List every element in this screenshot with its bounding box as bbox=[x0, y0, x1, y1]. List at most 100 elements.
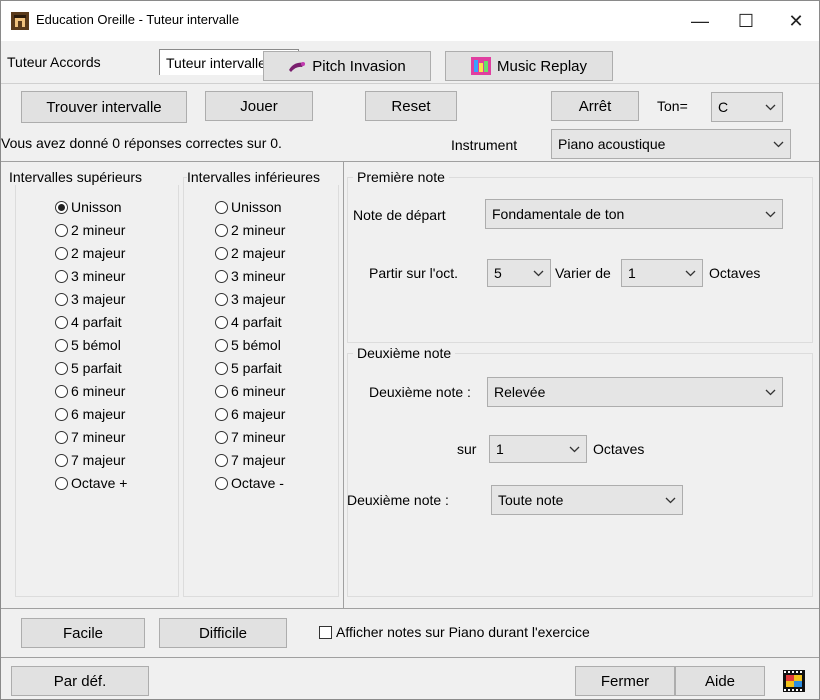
video-help-icon[interactable] bbox=[783, 670, 805, 692]
upper-interval-radio[interactable]: 6 mineur bbox=[55, 383, 125, 399]
lower-interval-radio[interactable]: Octave - bbox=[215, 475, 284, 491]
second-note-direction-select[interactable]: Relevée bbox=[487, 377, 783, 407]
second-note-octaves-label: Octaves bbox=[593, 441, 645, 457]
upper-interval-radio-label: 3 majeur bbox=[71, 291, 126, 307]
upper-interval-radio[interactable]: 3 majeur bbox=[55, 291, 125, 307]
pitch-invasion-label: Pitch Invasion bbox=[312, 57, 406, 75]
maximize-button[interactable]: ☐ bbox=[723, 1, 769, 41]
reset-button[interactable]: Reset bbox=[365, 91, 457, 121]
lower-intervals-heading: Intervalles inférieures bbox=[187, 169, 341, 185]
upper-interval-radio[interactable]: Unisson bbox=[55, 199, 122, 215]
lower-interval-radio[interactable]: 2 majeur bbox=[215, 245, 285, 261]
hard-button[interactable]: Difficile bbox=[159, 618, 287, 648]
lower-interval-radio[interactable]: 7 majeur bbox=[215, 452, 285, 468]
second-note-direction-value: Relevée bbox=[494, 384, 546, 400]
lower-interval-radio[interactable]: Unisson bbox=[215, 199, 282, 215]
upper-interval-radio[interactable]: 5 parfait bbox=[55, 360, 122, 376]
music-replay-icon bbox=[470, 57, 491, 75]
stop-button[interactable]: Arrêt bbox=[551, 91, 639, 121]
defaults-button[interactable]: Par déf. bbox=[11, 666, 149, 696]
radio-circle-icon bbox=[215, 407, 228, 421]
start-octave-select[interactable]: 5 bbox=[487, 259, 551, 287]
upper-interval-radio[interactable]: 7 mineur bbox=[55, 429, 125, 445]
pitch-invasion-button[interactable]: Pitch Invasion bbox=[263, 51, 431, 81]
lower-interval-radio-label: 5 bémol bbox=[231, 337, 281, 353]
lower-interval-radio-label: 6 majeur bbox=[231, 406, 286, 422]
lower-interval-radio-label: 7 mineur bbox=[231, 429, 286, 445]
lower-interval-radio-label: 3 mineur bbox=[231, 268, 286, 284]
lower-interval-radio[interactable]: 3 majeur bbox=[215, 291, 285, 307]
lower-interval-radio[interactable]: 7 mineur bbox=[215, 429, 285, 445]
lower-interval-radio[interactable]: 6 majeur bbox=[215, 406, 285, 422]
start-note-select[interactable]: Fondamentale de ton bbox=[485, 199, 783, 229]
radio-circle-icon bbox=[215, 361, 228, 375]
lower-interval-radio[interactable]: 5 parfait bbox=[215, 360, 282, 376]
upper-interval-radio-label: 5 parfait bbox=[71, 360, 122, 376]
upper-interval-radio[interactable]: 3 mineur bbox=[55, 268, 125, 284]
lower-interval-radio[interactable]: 5 bémol bbox=[215, 337, 281, 353]
radio-circle-icon bbox=[55, 315, 68, 329]
instrument-select-value: Piano acoustique bbox=[558, 136, 666, 152]
lower-interval-radio-label: 4 parfait bbox=[231, 314, 282, 330]
radio-circle-icon bbox=[215, 384, 228, 398]
pitch-invasion-icon bbox=[288, 59, 306, 73]
radio-circle-icon bbox=[55, 384, 68, 398]
panel-divider-top bbox=[1, 161, 819, 162]
tab-chord-tutor[interactable]: Tuteur Accords bbox=[7, 49, 147, 75]
app-icon bbox=[11, 12, 29, 30]
ear-training-window: Education Oreille - Tuteur intervalle — … bbox=[0, 0, 820, 700]
help-button[interactable]: Aide bbox=[675, 666, 765, 696]
upper-interval-radio[interactable]: Octave + bbox=[55, 475, 127, 491]
panel-divider-vertical bbox=[343, 161, 344, 609]
upper-interval-radio[interactable]: 6 majeur bbox=[55, 406, 125, 422]
chevron-down-icon bbox=[532, 260, 544, 286]
play-button[interactable]: Jouer bbox=[205, 91, 313, 121]
radio-circle-icon bbox=[55, 453, 68, 467]
radio-circle-icon bbox=[215, 430, 228, 444]
show-notes-checkbox[interactable] bbox=[319, 626, 332, 639]
radio-circle-icon bbox=[215, 246, 228, 260]
window-title: Education Oreille - Tuteur intervalle bbox=[36, 12, 240, 27]
radio-circle-icon bbox=[215, 292, 228, 306]
second-note-type-select[interactable]: Toute note bbox=[491, 485, 683, 515]
easy-button[interactable]: Facile bbox=[21, 618, 145, 648]
upper-intervals-heading: Intervalles supérieurs bbox=[7, 169, 181, 185]
find-interval-button[interactable]: Trouver intervalle bbox=[21, 91, 187, 123]
upper-interval-radio-label: 2 mineur bbox=[71, 222, 126, 238]
second-note-type-value: Toute note bbox=[498, 492, 564, 508]
lower-interval-radio[interactable]: 6 mineur bbox=[215, 383, 285, 399]
lower-interval-radio[interactable]: 2 mineur bbox=[215, 222, 285, 238]
upper-interval-radio-label: 7 mineur bbox=[71, 429, 126, 445]
radio-circle-icon bbox=[55, 430, 68, 444]
music-replay-button[interactable]: Music Replay bbox=[445, 51, 613, 81]
upper-interval-radio[interactable]: 2 majeur bbox=[55, 245, 125, 261]
key-select[interactable]: C bbox=[711, 92, 783, 122]
radio-circle-icon bbox=[215, 200, 228, 214]
upper-interval-radio[interactable]: 7 majeur bbox=[55, 452, 125, 468]
start-octave-label: Partir sur l'oct. bbox=[369, 265, 459, 281]
close-button[interactable]: Fermer bbox=[575, 666, 675, 696]
upper-interval-radio[interactable]: 4 parfait bbox=[55, 314, 122, 330]
second-note-octave-select[interactable]: 1 bbox=[489, 435, 587, 463]
start-note-label: Note de départ bbox=[353, 207, 446, 223]
radio-circle-icon bbox=[215, 315, 228, 329]
upper-interval-radio-label: 6 majeur bbox=[71, 406, 126, 422]
score-status: Vous avez donné 0 réponses correctes sur… bbox=[1, 135, 282, 151]
upper-interval-radio-label: 2 majeur bbox=[71, 245, 126, 261]
radio-circle-icon bbox=[55, 246, 68, 260]
upper-interval-radio-label: 7 majeur bbox=[71, 452, 126, 468]
vary-select[interactable]: 1 bbox=[621, 259, 703, 287]
first-note-heading: Première note bbox=[353, 169, 449, 185]
lower-interval-radio-label: 2 majeur bbox=[231, 245, 286, 261]
instrument-select[interactable]: Piano acoustique bbox=[551, 129, 791, 159]
second-note-type-label: Deuxième note : bbox=[347, 492, 449, 508]
lower-interval-radio[interactable]: 3 mineur bbox=[215, 268, 285, 284]
maximize-icon: ☐ bbox=[737, 10, 755, 31]
radio-circle-icon bbox=[55, 292, 68, 306]
minimize-button[interactable]: — bbox=[677, 1, 723, 41]
lower-interval-radio[interactable]: 4 parfait bbox=[215, 314, 282, 330]
upper-interval-radio[interactable]: 5 bémol bbox=[55, 337, 121, 353]
upper-interval-radio[interactable]: 2 mineur bbox=[55, 222, 125, 238]
chevron-down-icon bbox=[684, 260, 696, 286]
close-window-button[interactable]: ✕ bbox=[773, 1, 819, 41]
